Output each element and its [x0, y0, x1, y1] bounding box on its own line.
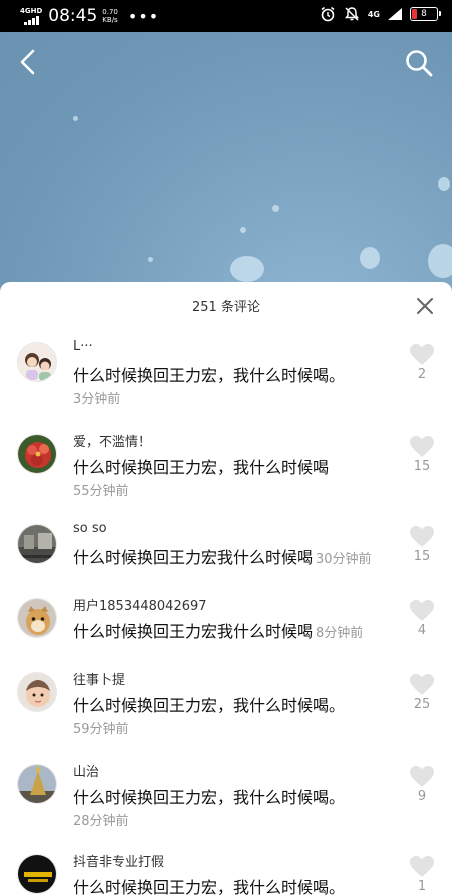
heart-icon [410, 436, 434, 457]
water-drop [272, 205, 279, 212]
comment-username[interactable]: 用户1853448042697 [73, 595, 207, 614]
heart-icon [410, 344, 434, 365]
comment-username[interactable]: 抖音非专业打假 [73, 851, 164, 870]
comment-count: 251 条评论 [192, 300, 260, 315]
comment-text: 什么时候换回王力宏我什么时候喝 [73, 548, 314, 567]
like-button[interactable]: 9 [409, 766, 435, 804]
comment-item[interactable]: 抖音非专业打假 什么时候换回王力宏，我什么时候喝。 1 [0, 854, 452, 896]
avatar[interactable] [17, 672, 57, 712]
close-icon[interactable] [416, 297, 434, 315]
heart-icon [410, 526, 434, 547]
chevron-left-icon[interactable] [16, 49, 40, 75]
water-drop [148, 257, 153, 262]
comment-username[interactable]: 山治 [73, 761, 99, 780]
network-type: 4GHD [20, 6, 43, 15]
network-speed: 0.70 KB/s [102, 8, 118, 24]
signal-icon: 4GHD [20, 6, 43, 25]
like-button[interactable]: 15 [409, 436, 435, 474]
like-count: 9 [417, 789, 427, 804]
comment-item[interactable]: 山治 什么时候换回王力宏，我什么时候喝。 28分钟前 9 [0, 764, 452, 844]
lte-indicator: 4G [367, 9, 380, 19]
comment-text: 什么时候换回王力宏，我什么时候喝。 [73, 366, 346, 385]
comment-text-line: 什么时候换回王力宏我什么时候喝 8分钟前 [73, 618, 363, 642]
search-icon[interactable] [404, 48, 434, 78]
avatar[interactable] [17, 764, 57, 804]
comment-username[interactable]: L··· [73, 339, 93, 354]
more-notifications-icon: ••• [127, 6, 160, 26]
water-drop [438, 177, 450, 191]
like-button[interactable]: 15 [409, 526, 435, 564]
comment-username[interactable]: 往事卜提 [73, 669, 125, 688]
battery-level: 8 [421, 9, 427, 19]
like-count: 15 [413, 459, 431, 474]
heart-icon [410, 600, 434, 621]
like-button[interactable]: 4 [409, 600, 435, 638]
heart-icon [410, 674, 434, 695]
speed-unit: KB/s [102, 16, 118, 24]
water-drop [428, 244, 452, 278]
like-count: 25 [413, 697, 431, 712]
avatar[interactable] [17, 524, 57, 564]
comment-text: 什么时候换回王力宏，我什么时候喝。 [73, 696, 346, 715]
alarm-icon [321, 6, 335, 22]
water-drop [360, 247, 380, 269]
water-drop [73, 116, 78, 121]
avatar[interactable] [17, 598, 57, 638]
comment-item[interactable]: 爱，不滥情！ 什么时候换回王力宏，我什么时候喝 55分钟前 15 [0, 434, 452, 514]
comment-item[interactable]: so so 什么时候换回王力宏我什么时候喝 30分钟前 15 [0, 521, 452, 604]
speed-value: 0.70 [102, 8, 118, 16]
battery-icon: 8 [410, 7, 441, 21]
comment-text: 什么时候换回王力宏，我什么时候喝 [73, 458, 330, 477]
comment-time: 59分钟前 [73, 722, 129, 737]
avatar[interactable] [17, 854, 57, 894]
comment-time: 8分钟前 [316, 626, 364, 641]
clock: 08:45 [48, 6, 98, 26]
status-bar: 4GHD 08:45 0.70 KB/s ••• 4G 8 [0, 0, 452, 32]
like-count: 1 [417, 879, 427, 894]
comment-time: 3分钟前 [73, 392, 121, 407]
like-count: 2 [417, 367, 427, 382]
comment-item[interactable]: 往事卜提 什么时候换回王力宏，我什么时候喝。 59分钟前 25 [0, 672, 452, 752]
comment-item[interactable]: L··· 什么时候换回王力宏，我什么时候喝。 3分钟前 2 [0, 339, 452, 422]
comment-time: 30分钟前 [316, 552, 372, 567]
comments-header: 251 条评论 [0, 282, 452, 328]
comment-time: 55分钟前 [73, 484, 129, 499]
water-drop [230, 256, 264, 282]
heart-icon [410, 766, 434, 787]
avatar[interactable] [17, 342, 57, 382]
heart-icon [410, 856, 434, 877]
comment-text: 什么时候换回王力宏，我什么时候喝。 [73, 788, 346, 807]
water-drop [240, 227, 246, 233]
comment-text-line: 什么时候换回王力宏我什么时候喝 30分钟前 [73, 544, 372, 568]
comment-item[interactable]: 用户1853448042697 什么时候换回王力宏我什么时候喝 8分钟前 4 [0, 598, 452, 678]
like-button[interactable]: 25 [409, 674, 435, 712]
like-count: 15 [413, 549, 431, 564]
comment-username[interactable]: 爱，不滥情！ [73, 431, 151, 450]
comment-username[interactable]: so so [73, 521, 107, 536]
like-button[interactable]: 1 [409, 856, 435, 894]
comment-time: 28分钟前 [73, 814, 129, 829]
like-button[interactable]: 2 [409, 344, 435, 382]
mute-icon [344, 7, 359, 21]
comment-text: 什么时候换回王力宏，我什么时候喝。 [73, 878, 346, 896]
video-background[interactable] [0, 32, 452, 292]
cell-signal-icon [388, 8, 402, 20]
avatar[interactable] [17, 434, 57, 474]
comment-text: 什么时候换回王力宏我什么时候喝 [73, 622, 314, 641]
like-count: 4 [417, 623, 427, 638]
comments-sheet: 251 条评论 L··· 什么时候换回王力宏，我什么时候喝。 3分钟前 2 爱，… [0, 282, 452, 896]
